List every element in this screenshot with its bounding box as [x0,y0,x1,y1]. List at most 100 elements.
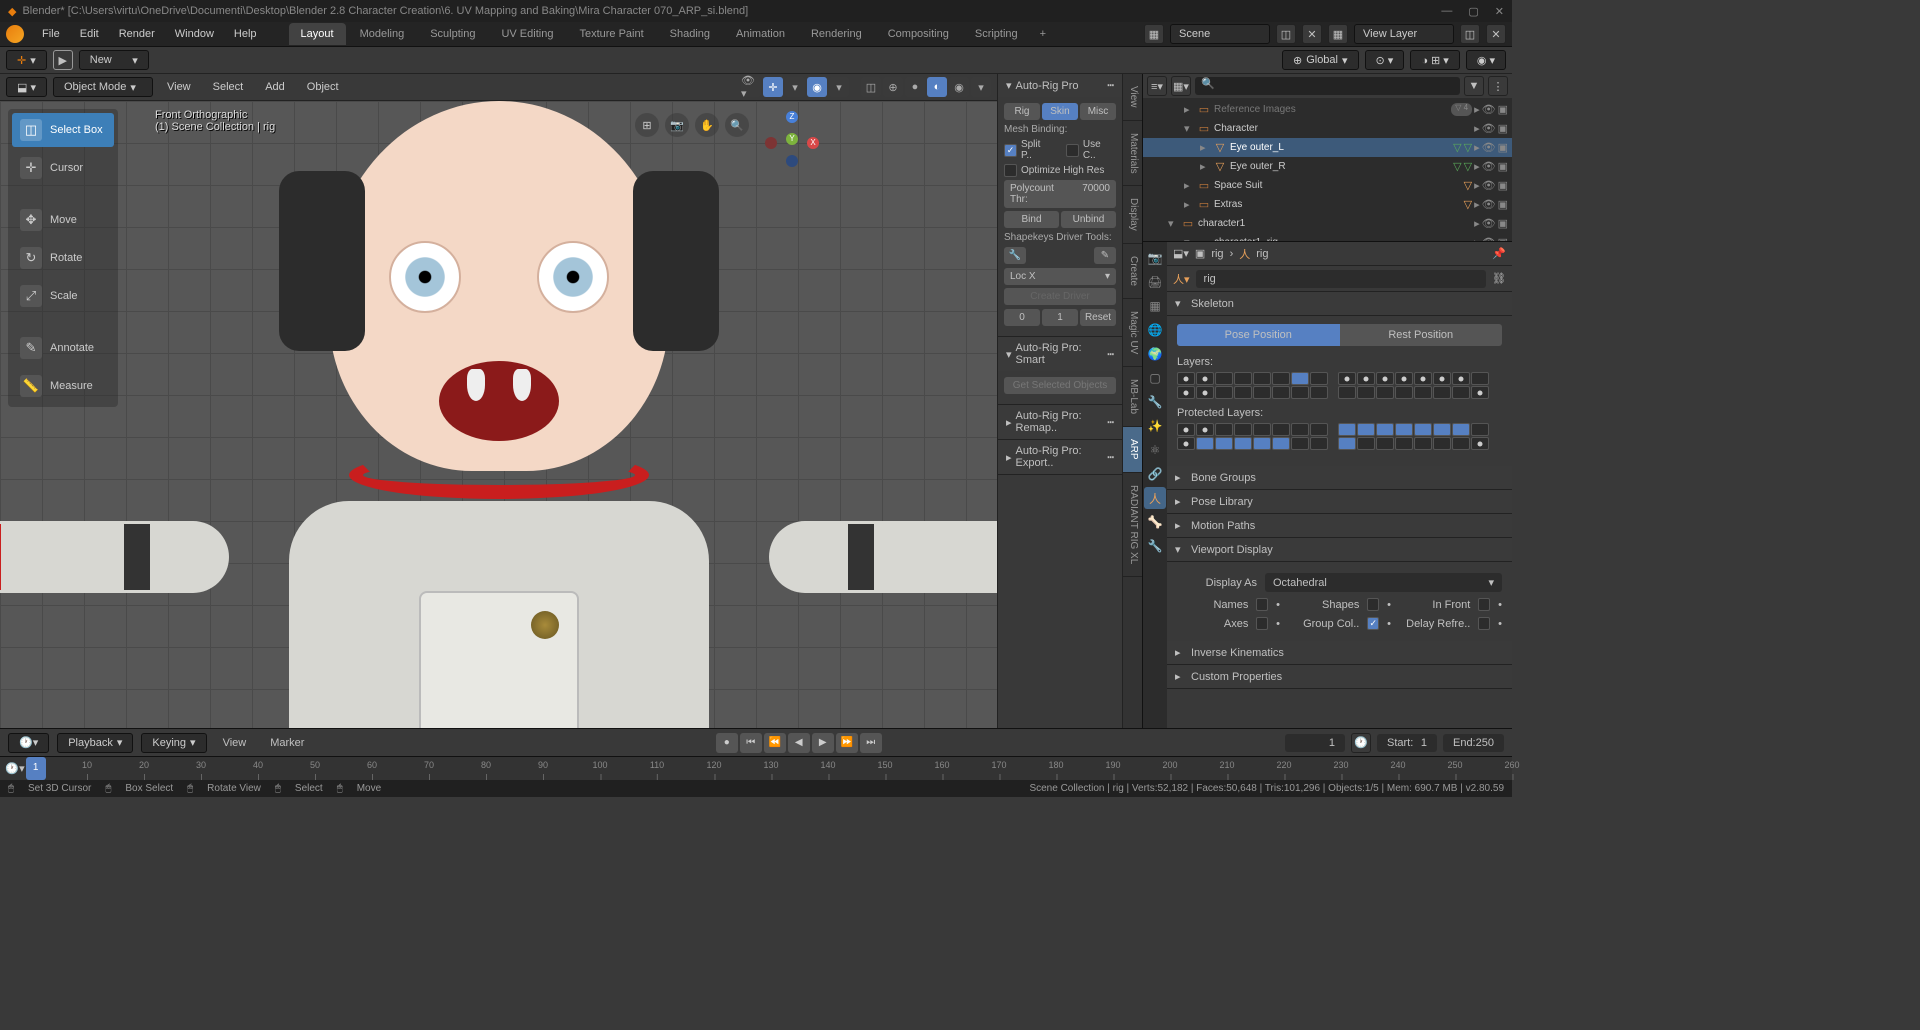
shading-lookdev-icon[interactable]: ◐ [927,77,947,97]
layer-cell[interactable] [1196,372,1214,385]
scene-new-icon[interactable]: ◫ [1276,24,1296,44]
layer-cell[interactable] [1433,372,1451,385]
ptab-output-icon[interactable]: 🖨 [1144,271,1166,293]
layer-cell[interactable] [1414,437,1432,450]
outliner-tree[interactable]: ▸▭Reference Images▽ 4▸👁▣ ▾▭Character▸👁▣ … [1143,98,1512,241]
visibility-dropdown[interactable]: 👁 ▾ [741,77,761,97]
workspace-tab-compositing[interactable]: Compositing [876,23,961,45]
wrench-icon[interactable]: 🔧 [1004,247,1026,264]
snap-dropdown[interactable]: ◑ ⊞ ▾ [1410,50,1460,70]
pose-position-button[interactable]: Pose Position [1177,324,1340,346]
data-link-icon[interactable]: ⛓ [1492,272,1506,285]
tool-scale[interactable]: ⤢Scale [12,279,114,313]
layer-cell[interactable] [1395,372,1413,385]
layer-cell[interactable] [1291,423,1309,436]
split-parts-checkbox[interactable] [1004,144,1017,157]
viewport-object-menu[interactable]: Object [299,78,347,96]
viewport-grid-icon[interactable]: ⊞ [635,113,659,137]
play-reverse-icon[interactable]: ◀ [788,733,810,753]
layer-cell[interactable] [1234,423,1252,436]
shading-dropdown[interactable]: ▾ [971,77,991,97]
arp-skin-button[interactable]: Skin [1042,103,1078,120]
ntab-mblab[interactable]: MB-Lab [1123,367,1142,427]
tool-cursor[interactable]: ✛Cursor [12,151,114,185]
get-selected-button[interactable]: Get Selected Objects [1004,377,1116,394]
layer-cell[interactable] [1253,372,1271,385]
layer-cell[interactable] [1234,437,1252,450]
layer-cell[interactable] [1376,372,1394,385]
outliner-display-icon[interactable]: ▦▾ [1171,76,1191,96]
layer-cell[interactable] [1215,372,1233,385]
autokey-toggle[interactable]: ▶ [53,50,73,70]
ptab-scene-icon[interactable]: 🌐 [1144,319,1166,341]
end-frame-field[interactable]: End:250 [1443,734,1504,752]
workspace-tab-texturepaint[interactable]: Texture Paint [567,23,655,45]
driver-val1[interactable]: 1 [1042,309,1078,326]
names-checkbox[interactable] [1256,598,1268,611]
shading-rendered-icon[interactable]: ◉ [949,77,969,97]
layer-cell[interactable] [1376,437,1394,450]
ntab-display[interactable]: Display [1123,186,1142,244]
axes-checkbox[interactable] [1256,617,1268,630]
menu-help[interactable]: Help [226,25,265,43]
shading-wireframe-icon[interactable]: ⊕ [883,77,903,97]
layer-cell[interactable] [1310,423,1328,436]
proportional-dropdown[interactable]: ◉ ▾ [1466,50,1506,70]
gizmo-toggle[interactable]: ✛ [763,77,783,97]
axis-gizmo[interactable]: Z Y X [762,109,822,169]
timeline-marker-menu[interactable]: Marker [262,734,312,752]
layer-cell[interactable] [1471,437,1489,450]
layer-cell[interactable] [1338,423,1356,436]
overlay-dropdown[interactable]: ▾ [829,77,849,97]
bind-button[interactable]: Bind [1004,211,1059,228]
layer-cell[interactable] [1310,372,1328,385]
timeline-editor-dropdown[interactable]: 🕐▾ [8,733,49,753]
layer-cell[interactable] [1433,386,1451,399]
ik-header[interactable]: ▸Inverse Kinematics [1167,641,1512,665]
layer-cell[interactable] [1196,386,1214,399]
tree-item[interactable]: ▾▭character1▸👁▣ [1143,214,1512,233]
shapes-checkbox[interactable] [1367,598,1379,611]
armature-icon[interactable]: 人▾ [1173,271,1190,287]
autokey-record-icon[interactable]: ● [716,733,738,753]
motionpaths-header[interactable]: ▸Motion Paths [1167,514,1512,538]
keyframe-next-icon[interactable]: ⏩ [836,733,858,753]
layer-cell[interactable] [1338,372,1356,385]
edit-icon[interactable]: ✎ [1094,247,1116,264]
ptab-constraints-icon[interactable]: 🔗 [1144,463,1166,485]
layer-cell[interactable] [1433,437,1451,450]
orientation-dropdown[interactable]: ⊕ Global ▾ [1282,50,1359,70]
ntab-view[interactable]: View [1123,74,1142,121]
layer-cell[interactable] [1215,386,1233,399]
layer-cell[interactable] [1234,386,1252,399]
current-frame-field[interactable]: 1 [1285,734,1345,752]
tool-rotate[interactable]: ↻Rotate [12,241,114,275]
playback-menu[interactable]: Playback ▾ [57,733,133,753]
customprops-header[interactable]: ▸Custom Properties [1167,665,1512,689]
tree-item[interactable]: ▸▭Extras▽▸👁▣ [1143,195,1512,214]
properties-editor-icon[interactable]: ⬓▾ [1173,247,1189,260]
tree-item[interactable]: ▸▽Eye outer_L▽▽▸👁▣ [1143,138,1512,157]
layer-cell[interactable] [1234,372,1252,385]
layer-cell[interactable] [1177,372,1195,385]
workspace-tab-rendering[interactable]: Rendering [799,23,874,45]
layer-cell[interactable] [1395,423,1413,436]
layer-cell[interactable] [1253,423,1271,436]
layer-cell[interactable] [1357,386,1375,399]
poselibrary-header[interactable]: ▸Pose Library [1167,490,1512,514]
layer-cell[interactable] [1215,423,1233,436]
menu-file[interactable]: File [34,25,68,43]
tool-select-box[interactable]: ◫Select Box [12,113,114,147]
viewport-camera-icon[interactable]: 📷 [665,113,689,137]
rest-position-button[interactable]: Rest Position [1340,324,1503,346]
start-frame-field[interactable]: Start:1 [1377,734,1437,752]
layer-cell[interactable] [1177,386,1195,399]
layer-cell[interactable] [1414,423,1432,436]
layer-cell[interactable] [1196,423,1214,436]
keying-menu[interactable]: Keying ▾ [141,733,206,753]
layer-cell[interactable] [1310,386,1328,399]
layer-cell[interactable] [1395,437,1413,450]
layer-cell[interactable] [1452,386,1470,399]
editor-type-dropdown[interactable]: ⬓ ▾ [6,77,47,97]
tree-item[interactable]: ▾▭Character▸👁▣ [1143,119,1512,138]
